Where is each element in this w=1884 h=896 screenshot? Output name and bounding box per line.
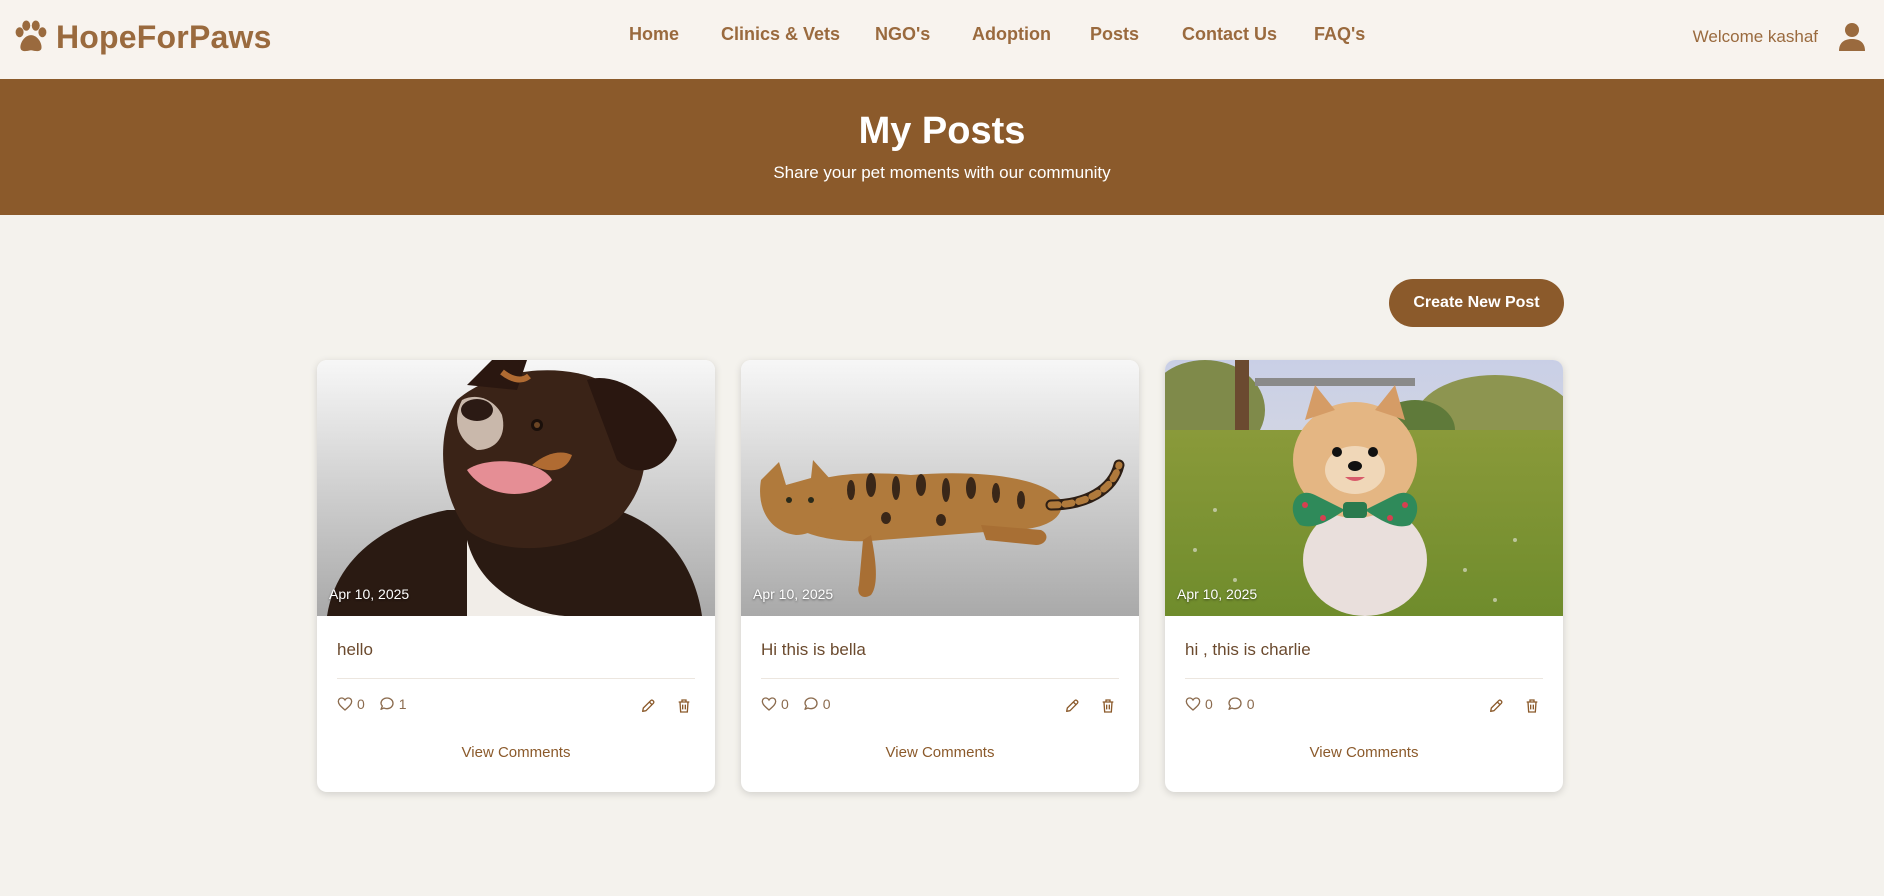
welcome-text: Welcome kashaf	[1692, 27, 1818, 46]
post-image[interactable]: Apr 10, 2025	[741, 360, 1139, 616]
user-icon[interactable]	[1838, 22, 1866, 52]
post-card: Apr 10, 2025 hello 0 1 View Comments	[317, 360, 715, 792]
post-actions	[1047, 695, 1119, 717]
like-button[interactable]: 0	[1185, 696, 1213, 712]
like-count: 0	[1205, 696, 1213, 712]
nav-adoption[interactable]: Adoption	[972, 24, 1051, 45]
pencil-icon	[642, 699, 655, 712]
post-actions	[1471, 695, 1543, 717]
heart-icon	[337, 697, 353, 711]
post-date: Apr 10, 2025	[753, 586, 834, 602]
card-divider	[337, 678, 695, 679]
view-comments-link[interactable]: View Comments	[317, 744, 715, 761]
brand-name: HopeForPaws	[56, 18, 272, 55]
nav-home[interactable]: Home	[629, 24, 679, 45]
comment-icon	[804, 697, 818, 710]
comment-count: 0	[822, 696, 831, 712]
pomeranian-photo	[1165, 360, 1563, 616]
heart-icon	[761, 697, 777, 711]
comment-button[interactable]: 0	[1227, 696, 1255, 712]
nav-contact-us[interactable]: Contact Us	[1182, 24, 1277, 45]
trash-icon	[678, 699, 690, 713]
like-button[interactable]: 0	[761, 696, 789, 712]
comment-count: 1	[398, 696, 407, 712]
comment-icon	[1228, 697, 1242, 710]
comment-icon	[380, 697, 394, 710]
delete-post-button[interactable]	[1097, 695, 1119, 717]
post-caption: hello	[337, 640, 373, 659]
like-button[interactable]: 0	[337, 696, 365, 712]
delete-post-button[interactable]	[1521, 695, 1543, 717]
nav-ngos[interactable]: NGO's	[875, 24, 930, 45]
like-count: 0	[357, 696, 365, 712]
comment-button[interactable]: 1	[379, 696, 407, 712]
view-comments-link[interactable]: View Comments	[1165, 744, 1563, 761]
post-caption: hi , this is charlie	[1185, 640, 1311, 659]
edit-post-button[interactable]	[1485, 695, 1507, 717]
create-new-post-button[interactable]: Create New Post	[1389, 279, 1564, 327]
view-comments-link[interactable]: View Comments	[741, 744, 1139, 761]
dog-photo	[317, 360, 715, 616]
post-date: Apr 10, 2025	[329, 586, 410, 602]
nav-posts[interactable]: Posts	[1090, 24, 1139, 45]
edit-post-button[interactable]	[1061, 695, 1083, 717]
post-image[interactable]: Apr 10, 2025	[1165, 360, 1563, 616]
cat-photo	[741, 360, 1139, 616]
like-count: 0	[781, 696, 789, 712]
pencil-icon	[1066, 699, 1079, 712]
brand-logo[interactable]: HopeForPaws	[12, 18, 272, 56]
page-subtitle: Share your pet moments with our communit…	[773, 163, 1111, 182]
post-card: Apr 10, 2025 Hi this is bella 0 0 View C…	[741, 360, 1139, 792]
post-stats: 0 0	[761, 696, 845, 712]
card-divider	[1185, 678, 1543, 679]
post-card: Apr 10, 2025 hi , this is charlie 0 0 Vi…	[1165, 360, 1563, 792]
heart-icon	[1185, 697, 1201, 711]
nav-clinics-vets[interactable]: Clinics & Vets	[721, 24, 840, 45]
post-actions	[623, 695, 695, 717]
post-image[interactable]: Apr 10, 2025	[317, 360, 715, 616]
post-caption: Hi this is bella	[761, 640, 866, 659]
hero-banner: My Posts Share your pet moments with our…	[0, 79, 1884, 215]
navbar: HopeForPaws Home Clinics & Vets NGO's Ad…	[0, 0, 1884, 79]
nav-faqs[interactable]: FAQ's	[1314, 24, 1365, 45]
page-title: My Posts	[858, 110, 1026, 152]
paw-icon	[15, 20, 47, 52]
trash-icon	[1526, 699, 1538, 713]
card-divider	[761, 678, 1119, 679]
post-date: Apr 10, 2025	[1177, 586, 1258, 602]
delete-post-button[interactable]	[673, 695, 695, 717]
post-stats: 0 1	[337, 696, 421, 712]
edit-post-button[interactable]	[637, 695, 659, 717]
pencil-icon	[1490, 699, 1503, 712]
comment-count: 0	[1246, 696, 1255, 712]
post-stats: 0 0	[1185, 696, 1269, 712]
trash-icon	[1102, 699, 1114, 713]
comment-button[interactable]: 0	[803, 696, 831, 712]
